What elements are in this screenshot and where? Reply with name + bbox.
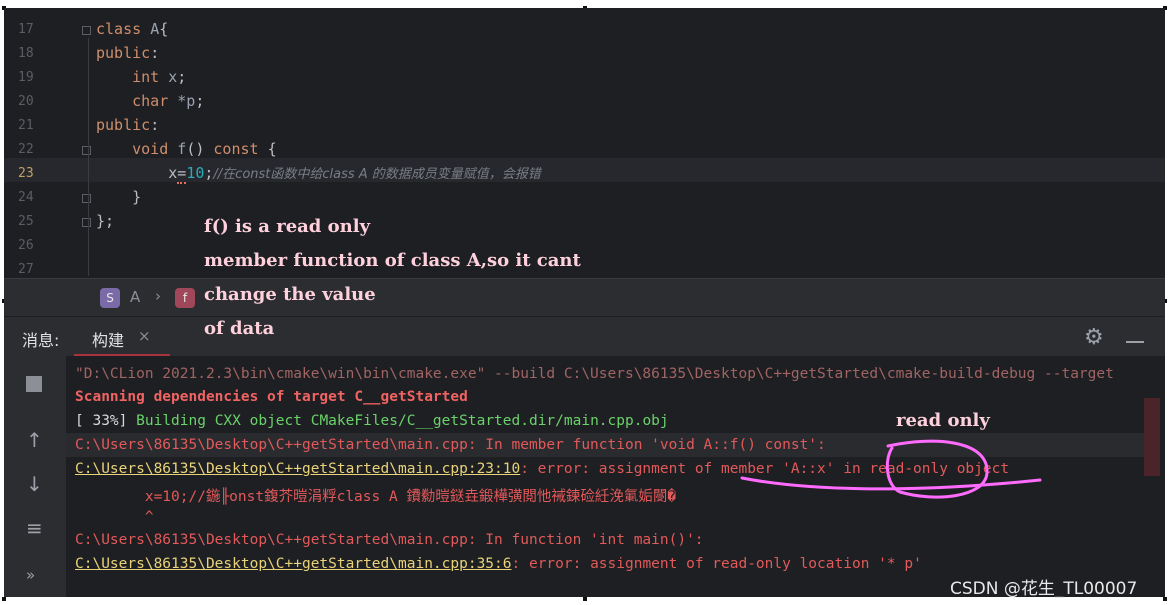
marker-annotations [740, 439, 1042, 499]
ide-window: 17 18 19 20 21 22 23 24 25 26 27 class A… [4, 8, 1165, 597]
watermark: CSDN @花生_TL00007 [950, 579, 1138, 599]
